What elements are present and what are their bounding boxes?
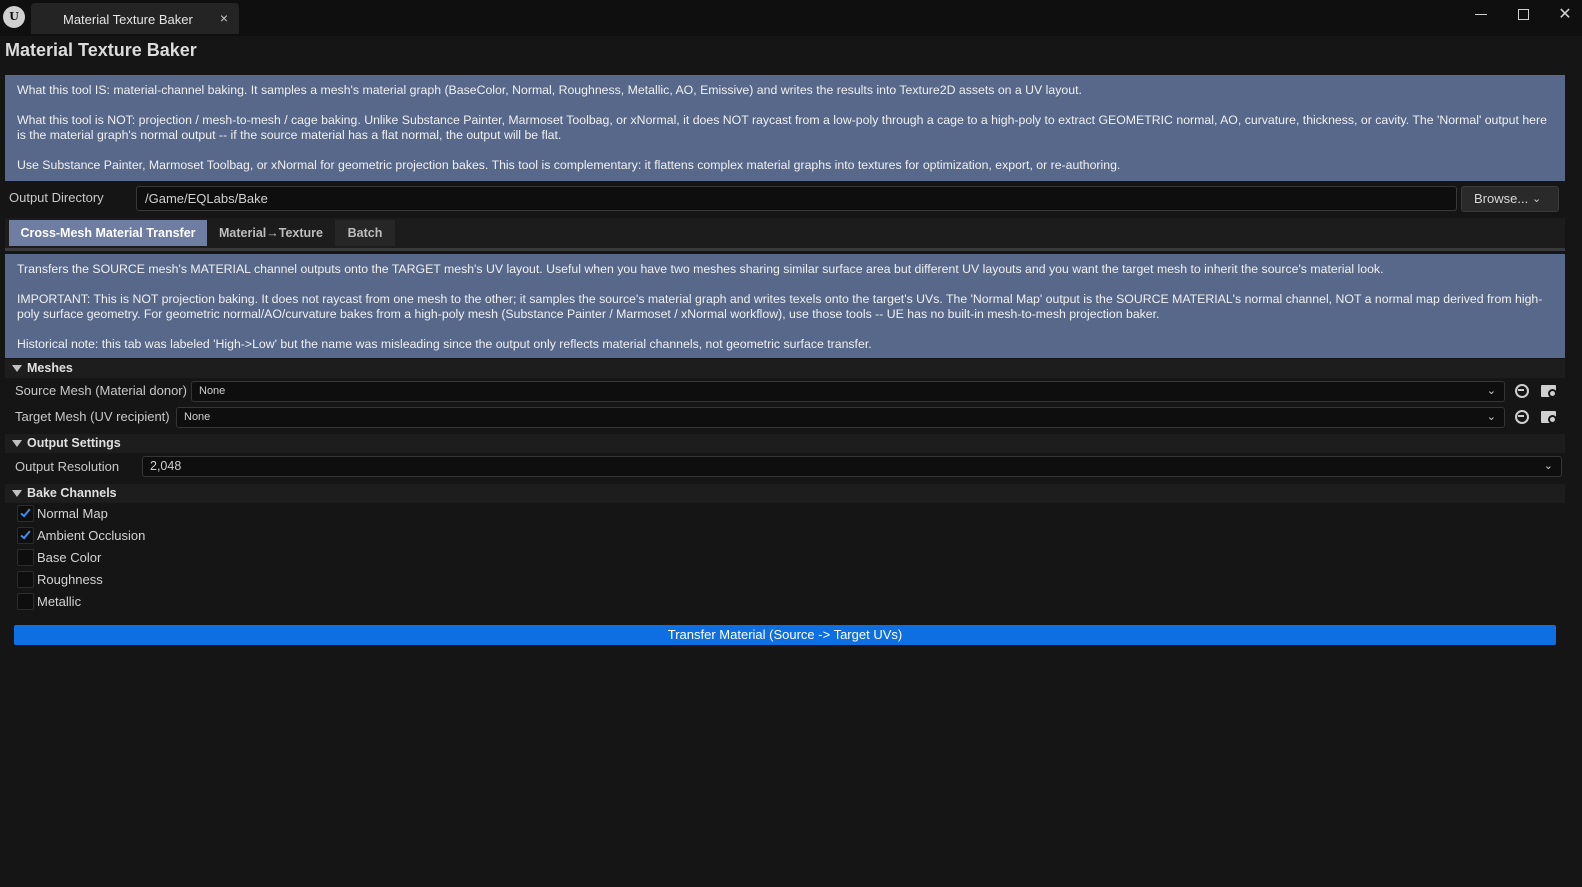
source-mesh-label: Source Mesh (Material donor) xyxy=(15,383,187,398)
tab-batch[interactable]: Batch xyxy=(335,220,395,246)
use-selected-icon[interactable] xyxy=(1513,408,1531,426)
target-mesh-label: Target Mesh (UV recipient) xyxy=(15,409,170,424)
roughness-checkbox[interactable] xyxy=(17,571,34,588)
mode-tabs: Cross-Mesh Material Transfer Material→Te… xyxy=(5,218,1565,251)
output-resolution-label: Output Resolution xyxy=(15,459,120,474)
chevron-down-icon: ⌄ xyxy=(1486,385,1496,397)
tab-description-important: IMPORTANT: This is NOT projection baking… xyxy=(17,292,1543,321)
checkmark-icon xyxy=(20,528,31,540)
target-mesh-picker[interactable]: None ⌄ xyxy=(176,407,1505,428)
close-tab-icon[interactable]: × xyxy=(215,9,233,27)
normal-map-checkbox[interactable] xyxy=(17,505,34,522)
base-color-label: Base Color xyxy=(37,550,102,565)
document-tab-label: Material Texture Baker xyxy=(63,12,193,27)
tab-material-to-texture[interactable]: Material→Texture xyxy=(209,220,333,246)
collapse-triangle-icon xyxy=(12,440,22,447)
output-directory-label: Output Directory xyxy=(9,190,104,205)
document-tab[interactable]: Material Texture Baker × xyxy=(31,3,239,34)
source-mesh-picker[interactable]: None ⌄ xyxy=(191,381,1505,402)
tool-description-alternatives: Use Substance Painter, Marmoset Toolbag,… xyxy=(17,158,1121,172)
output-directory-field[interactable]: /Game/EQLabs/Bake xyxy=(136,186,1457,211)
target-mesh-value: None xyxy=(184,411,211,423)
collapse-triangle-icon xyxy=(12,490,22,497)
tab-description-summary: Transfers the SOURCE mesh's MATERIAL cha… xyxy=(17,262,1384,276)
output-resolution-select[interactable]: 2,048 ⌄ xyxy=(142,456,1562,477)
browse-button[interactable]: Browse... ⌄ xyxy=(1461,186,1559,212)
source-mesh-value: None xyxy=(199,385,226,397)
base-color-checkbox[interactable] xyxy=(17,549,34,566)
transfer-material-button[interactable]: Transfer Material (Source -> Target UVs) xyxy=(14,625,1556,645)
browse-asset-icon[interactable] xyxy=(1539,382,1557,400)
title-bar: U Material Texture Baker × ✕ xyxy=(0,0,1582,36)
normal-map-label: Normal Map xyxy=(37,506,108,521)
ambient-occlusion-label: Ambient Occlusion xyxy=(37,528,146,543)
tab-description-history: Historical note: this tab was labeled 'H… xyxy=(17,337,872,351)
browse-asset-icon[interactable] xyxy=(1539,408,1557,426)
metallic-label: Metallic xyxy=(37,594,82,609)
maximize-icon[interactable] xyxy=(1509,4,1537,26)
tab-description-box: Transfers the SOURCE mesh's MATERIAL cha… xyxy=(5,254,1565,358)
chevron-down-icon: ⌄ xyxy=(1486,411,1496,423)
section-meshes[interactable]: Meshes xyxy=(5,359,1565,378)
minimize-icon[interactable] xyxy=(1467,4,1495,26)
checkmark-icon xyxy=(20,506,31,518)
unreal-logo[interactable]: U xyxy=(3,6,25,28)
collapse-triangle-icon xyxy=(12,365,22,372)
tool-description-is: What this tool IS: material-channel baki… xyxy=(17,83,1082,97)
metallic-checkbox[interactable] xyxy=(17,593,34,610)
section-meshes-label: Meshes xyxy=(27,361,73,375)
tool-description-is-not: What this tool is NOT: projection / mesh… xyxy=(17,113,1547,142)
section-output-settings[interactable]: Output Settings xyxy=(5,434,1565,453)
close-window-icon[interactable]: ✕ xyxy=(1551,4,1579,26)
section-bake-channels[interactable]: Bake Channels xyxy=(5,484,1565,503)
ambient-occlusion-checkbox[interactable] xyxy=(17,527,34,544)
tab-cross-mesh-material-transfer[interactable]: Cross-Mesh Material Transfer xyxy=(9,220,207,246)
output-resolution-value: 2,048 xyxy=(150,459,182,473)
chevron-down-icon: ⌄ xyxy=(1543,460,1553,472)
chevron-down-icon: ⌄ xyxy=(1532,193,1542,205)
section-bake-channels-label: Bake Channels xyxy=(27,486,117,500)
tool-description-box: What this tool IS: material-channel baki… xyxy=(5,75,1565,181)
page-title: Material Texture Baker xyxy=(5,40,197,60)
section-output-settings-label: Output Settings xyxy=(27,436,121,450)
roughness-label: Roughness xyxy=(37,572,103,587)
browse-button-label: Browse... xyxy=(1474,191,1529,206)
use-selected-icon[interactable] xyxy=(1513,382,1531,400)
